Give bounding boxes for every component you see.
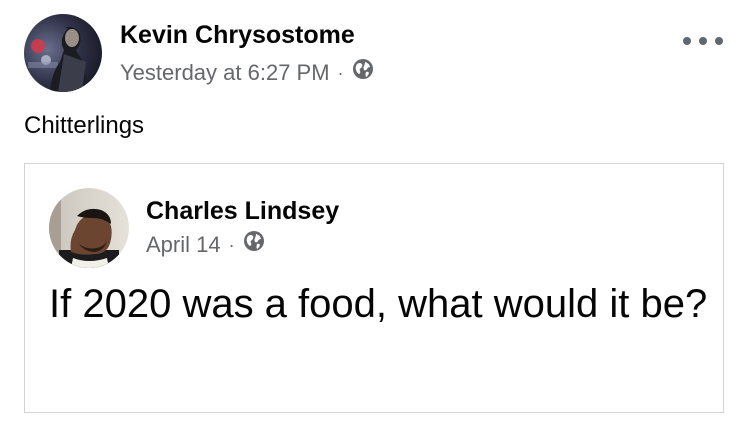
- more-dot: [715, 37, 723, 45]
- author-name[interactable]: Kevin Chrysostome: [120, 20, 355, 50]
- globe-icon: [352, 58, 374, 88]
- shared-post-meta: April 14 ·: [146, 230, 265, 260]
- shared-author-avatar[interactable]: [49, 188, 129, 268]
- post-timestamp[interactable]: Yesterday at 6:27 PM: [120, 58, 330, 88]
- author-avatar[interactable]: [24, 14, 102, 92]
- shared-post[interactable]: Charles Lindsey April 14 · If 2020 was a…: [24, 163, 724, 413]
- shared-post-text: If 2020 was a food, what would it be?: [49, 282, 708, 326]
- meta-separator: ·: [337, 63, 344, 83]
- more-dot: [699, 37, 707, 45]
- shared-post-timestamp[interactable]: April 14: [146, 230, 221, 260]
- more-dot: [683, 37, 691, 45]
- facebook-post: Kevin Chrysostome Yesterday at 6:27 PM ·…: [0, 0, 750, 423]
- globe-icon: [243, 230, 265, 260]
- post-text: Chitterlings: [24, 112, 145, 139]
- meta-separator: ·: [228, 235, 235, 255]
- post-meta: Yesterday at 6:27 PM ·: [120, 58, 374, 88]
- more-options-icon[interactable]: [683, 30, 723, 52]
- shared-author-name[interactable]: Charles Lindsey: [146, 196, 339, 226]
